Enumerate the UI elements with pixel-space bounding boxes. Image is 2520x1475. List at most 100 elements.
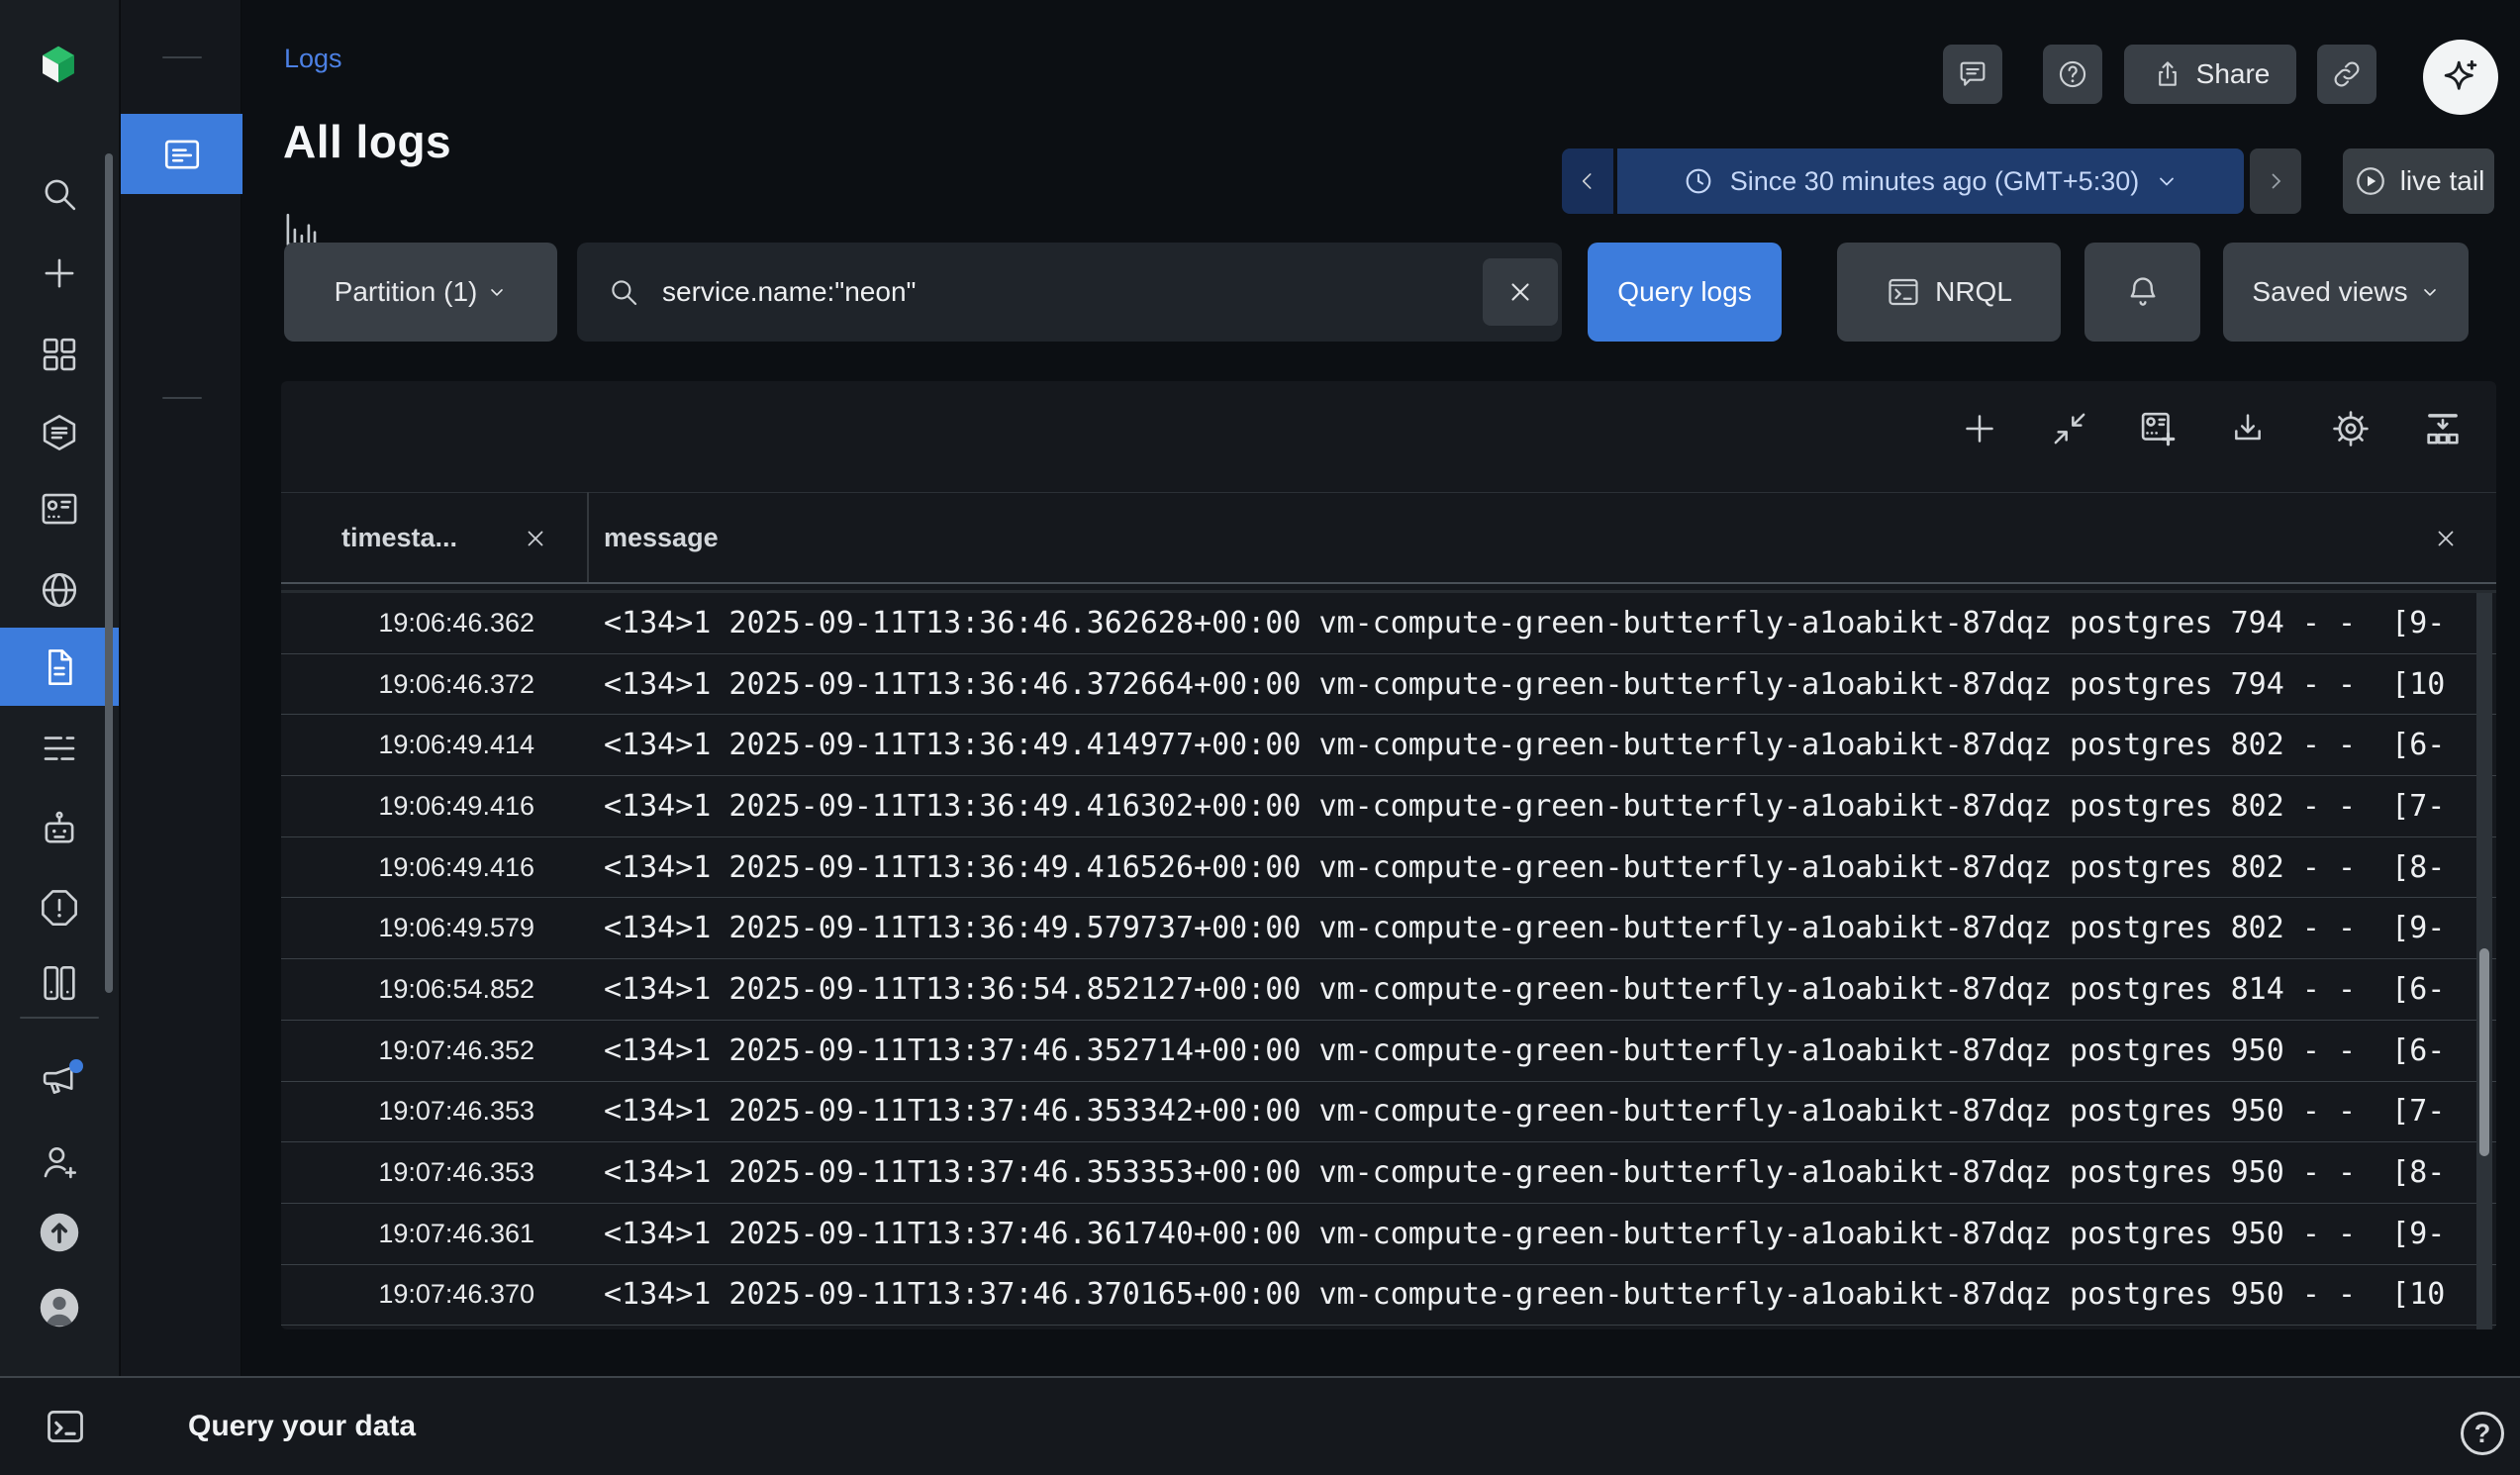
table-scrollbar-thumb[interactable] [2479, 948, 2489, 1156]
time-forward-button[interactable] [2250, 148, 2301, 214]
row-timestamp: 19:07:46.353 [281, 1157, 534, 1188]
search-icon [607, 275, 640, 309]
download-icon [2228, 409, 2268, 448]
collapse-arrows-icon [2050, 409, 2089, 448]
partition-label: Partition (1) [335, 276, 478, 308]
table-row[interactable]: 19:06:46.362 <134>1 2025-09-11T13:36:46.… [281, 593, 2496, 654]
alert-bell-button[interactable] [2084, 243, 2200, 342]
bell-icon [2124, 273, 2162, 311]
table-row[interactable]: 19:06:49.414 <134>1 2025-09-11T13:36:49.… [281, 715, 2496, 776]
row-message: <134>1 2025-09-11T13:36:49.414977+00:00 … [604, 728, 2472, 762]
table-row[interactable]: 19:07:46.352 <134>1 2025-09-11T13:37:46.… [281, 1021, 2496, 1082]
row-message: <134>1 2025-09-11T13:36:46.362628+00:00 … [604, 606, 2472, 640]
close-icon [2433, 526, 2459, 551]
play-icon [2353, 163, 2388, 199]
query-logs-button[interactable]: Query logs [1588, 243, 1782, 342]
apm-hexagon-icon[interactable] [38, 411, 81, 454]
search-input[interactable] [662, 243, 1454, 342]
row-timestamp: 19:06:49.416 [281, 791, 534, 822]
query-your-data-bar[interactable]: Query your data [0, 1376, 2520, 1475]
distribute-fields-icon [2422, 408, 2464, 449]
terminal-icon [44, 1405, 87, 1448]
search-clear-button[interactable] [1483, 258, 1558, 326]
collapse-view-button[interactable] [2047, 406, 2092, 451]
plus-icon [1960, 409, 1999, 448]
share-icon [2151, 57, 2184, 91]
user-avatar[interactable] [38, 1286, 81, 1329]
add-column-button[interactable] [1957, 406, 2002, 451]
subnav-item-all-logs-active[interactable] [121, 114, 242, 194]
column-divider[interactable] [587, 492, 589, 582]
chevron-right-icon [2264, 169, 2287, 193]
ai-robot-icon[interactable] [38, 807, 81, 850]
terminal-icon [1886, 274, 1921, 310]
row-timestamp: 19:06:54.852 [281, 974, 534, 1005]
row-timestamp: 19:07:46.370 [281, 1279, 534, 1310]
add-to-dashboard-button[interactable] [2135, 406, 2181, 451]
row-timestamp: 19:06:49.579 [281, 913, 534, 943]
table-row[interactable]: 19:07:46.370 <134>1 2025-09-11T13:37:46.… [281, 1265, 2496, 1327]
row-timestamp: 19:06:49.414 [281, 730, 534, 760]
query-logs-label: Query logs [1617, 276, 1751, 308]
upload-icon[interactable] [38, 1211, 81, 1254]
row-message: <134>1 2025-09-11T13:36:54.852127+00:00 … [604, 972, 2472, 1007]
plus-icon[interactable] [38, 251, 81, 295]
row-message: <134>1 2025-09-11T13:36:46.372664+00:00 … [604, 667, 2472, 702]
table-header: timesta... message [281, 492, 2496, 582]
row-timestamp: 19:06:46.372 [281, 669, 534, 700]
table-row[interactable]: 19:06:49.579 <134>1 2025-09-11T13:36:49.… [281, 898, 2496, 959]
infrastructure-icon[interactable] [38, 961, 81, 1005]
header-separator [281, 582, 2496, 584]
sidebar-item-logs-active[interactable] [0, 628, 119, 706]
time-back-button[interactable] [1562, 148, 1613, 214]
download-button[interactable] [2225, 406, 2271, 451]
partition-dropdown[interactable]: Partition (1) [284, 243, 557, 342]
group-fields-button[interactable] [2420, 406, 2466, 451]
row-timestamp: 19:07:46.353 [281, 1096, 534, 1127]
column-header-message[interactable]: message [604, 493, 719, 583]
chevron-down-icon [487, 282, 507, 302]
share-button[interactable]: Share [2124, 45, 2296, 104]
nrql-button[interactable]: NRQL [1837, 243, 2061, 342]
search-icon[interactable] [38, 172, 81, 216]
query-your-data-label[interactable]: Query your data [188, 1410, 416, 1443]
permalink-button[interactable] [2317, 45, 2376, 104]
traces-icon[interactable] [38, 727, 81, 770]
column-header-timestamp[interactable]: timesta... [341, 493, 457, 583]
sidebar-divider [20, 1017, 99, 1019]
chevron-left-icon [1575, 168, 1600, 194]
add-user-icon[interactable] [38, 1140, 81, 1184]
notification-dot [69, 1059, 83, 1073]
subnav-handle [162, 56, 202, 58]
help-fab-button[interactable]: ? [2461, 1412, 2504, 1455]
table-row[interactable]: 19:06:54.852 <134>1 2025-09-11T13:36:54.… [281, 959, 2496, 1021]
table-settings-button[interactable] [2328, 406, 2374, 451]
globe-icon[interactable] [38, 568, 81, 612]
help-icon [2056, 57, 2089, 91]
table-row[interactable]: 19:07:46.353 <134>1 2025-09-11T13:37:46.… [281, 1082, 2496, 1143]
help-button[interactable] [2043, 45, 2102, 104]
table-row[interactable]: 19:07:46.361 <134>1 2025-09-11T13:37:46.… [281, 1204, 2496, 1265]
remove-timestamp-column-button[interactable] [523, 493, 548, 583]
remove-message-column-button[interactable] [2433, 493, 2459, 583]
breadcrumb-logs-link[interactable]: Logs [284, 44, 342, 74]
alerts-octagon-icon[interactable] [38, 886, 81, 930]
ai-assistant-button[interactable] [2423, 40, 2498, 115]
live-tail-button[interactable]: live tail [2343, 148, 2494, 214]
browser-card-icon[interactable] [38, 487, 81, 531]
time-range-picker[interactable]: Since 30 minutes ago (GMT+5:30) [1617, 148, 2244, 214]
feedback-button[interactable] [1943, 45, 2002, 104]
page-title: All logs [283, 115, 451, 168]
table-row[interactable]: 19:07:46.353 <134>1 2025-09-11T13:37:46.… [281, 1142, 2496, 1204]
clock-icon [1683, 165, 1714, 197]
saved-views-dropdown[interactable]: Saved views [2223, 243, 2469, 342]
sidebar-scrollbar[interactable] [105, 153, 113, 993]
table-row[interactable]: 19:06:49.416 <134>1 2025-09-11T13:36:49.… [281, 837, 2496, 899]
dashboards-icon[interactable] [38, 333, 81, 376]
table-row[interactable]: 19:06:49.416 <134>1 2025-09-11T13:36:49.… [281, 776, 2496, 837]
log-search-field[interactable] [577, 243, 1562, 342]
table-row[interactable]: 19:06:46.372 <134>1 2025-09-11T13:36:46.… [281, 654, 2496, 716]
row-timestamp: 19:07:46.361 [281, 1219, 534, 1249]
gear-icon [2330, 408, 2372, 449]
new-relic-logo[interactable] [37, 43, 80, 86]
